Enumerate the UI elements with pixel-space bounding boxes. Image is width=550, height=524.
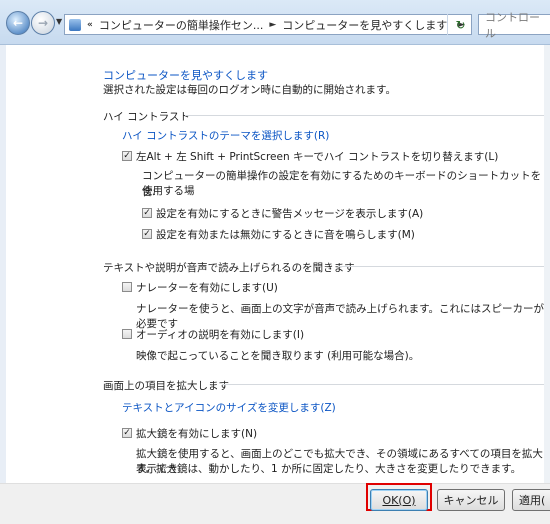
section-divider	[338, 266, 550, 267]
high-contrast-shortcut-checkbox[interactable]: ✓	[122, 151, 132, 161]
back-arrow-icon: ←	[12, 16, 24, 30]
sound-checkbox[interactable]: ✓	[142, 229, 152, 239]
high-contrast-theme-link[interactable]: ハイ コントラストのテーマを選択します(R)	[122, 128, 329, 143]
page-title: コンピューターを見やすくします	[103, 69, 268, 82]
apply-button[interactable]: 適用(	[512, 489, 550, 511]
search-placeholder: コントロール	[485, 10, 540, 40]
high-contrast-shortcut-label[interactable]: 左Alt + 左 Shift + PrintScreen キーでハイ コントラス…	[136, 149, 498, 164]
apply-button-label: 適用(	[519, 494, 546, 507]
vertical-scrollbar[interactable]	[544, 45, 550, 483]
text-size-link[interactable]: テキストとアイコンのサイズを変更します(Z)	[122, 400, 336, 415]
forward-arrow-icon: →	[37, 16, 49, 30]
warning-message-label[interactable]: 設定を有効にするときに警告メッセージを表示します(A)	[156, 206, 423, 221]
breadcrumb-current[interactable]: コンピューターを見やすくします	[282, 17, 447, 33]
history-dropdown-icon[interactable]: ▼	[56, 17, 62, 26]
narrator-checkbox[interactable]	[122, 282, 132, 292]
search-input[interactable]: コントロール	[478, 11, 550, 40]
breadcrumb-ease-of-access[interactable]: コンピューターの簡単操作セン...	[99, 17, 264, 33]
breadcrumb-arrow-icon[interactable]: ►	[269, 20, 276, 30]
narrator-label[interactable]: ナレーターを有効にします(U)	[136, 280, 278, 295]
breadcrumb-separator-icon: «	[87, 19, 93, 30]
section-divider	[185, 115, 550, 116]
cancel-button-label: キャンセル	[443, 494, 499, 507]
refresh-button[interactable]: ↻	[447, 14, 473, 35]
address-bar[interactable]: « コンピューターの簡単操作セン... ► コンピューターを見やすくします ►	[64, 14, 472, 35]
audio-description-checkbox[interactable]	[122, 329, 132, 339]
cancel-button[interactable]: キャンセル	[437, 489, 505, 511]
page-subtitle: 選択された設定は毎回のログオン時に自動的に開始されます。	[103, 84, 396, 96]
magnifier-label[interactable]: 拡大鏡を有効にします(N)	[136, 426, 257, 441]
warning-message-checkbox[interactable]: ✓	[142, 208, 152, 218]
refresh-icon: ↻	[455, 17, 466, 32]
forward-button[interactable]: →	[31, 11, 55, 35]
magnify-heading: 画面上の項目を拡大します	[103, 380, 229, 392]
section-divider	[222, 384, 550, 385]
audio-description-label[interactable]: オーディオの説明を有効にします(I)	[136, 327, 304, 342]
shortcut-description-line2: 合:	[142, 186, 157, 198]
control-panel-icon	[69, 18, 81, 31]
high-contrast-heading: ハイ コントラスト	[103, 111, 190, 123]
sound-label[interactable]: 設定を有効または無効にするときに音を鳴らします(M)	[156, 227, 415, 242]
ok-button-label: OK(O)	[382, 493, 416, 507]
left-pane	[0, 45, 6, 483]
ok-button[interactable]: OK(O)	[370, 489, 428, 511]
magnifier-description-line2: す。拡大鏡は、動かしたり、1 か所に固定したり、大きさを変更したりできます。	[136, 463, 522, 475]
shortcut-description-line1: コンピューターの簡単操作の設定を有効にするためのキーボードのショートカットを使用…	[142, 170, 542, 197]
back-button[interactable]: ←	[6, 11, 30, 35]
magnifier-checkbox[interactable]: ✓	[122, 428, 132, 438]
narration-heading: テキストや説明が音声で読み上げられるのを聞きます	[103, 262, 355, 274]
audio-description-text: 映像で起こっていることを聞き取ります (利用可能な場合)。	[136, 350, 420, 362]
